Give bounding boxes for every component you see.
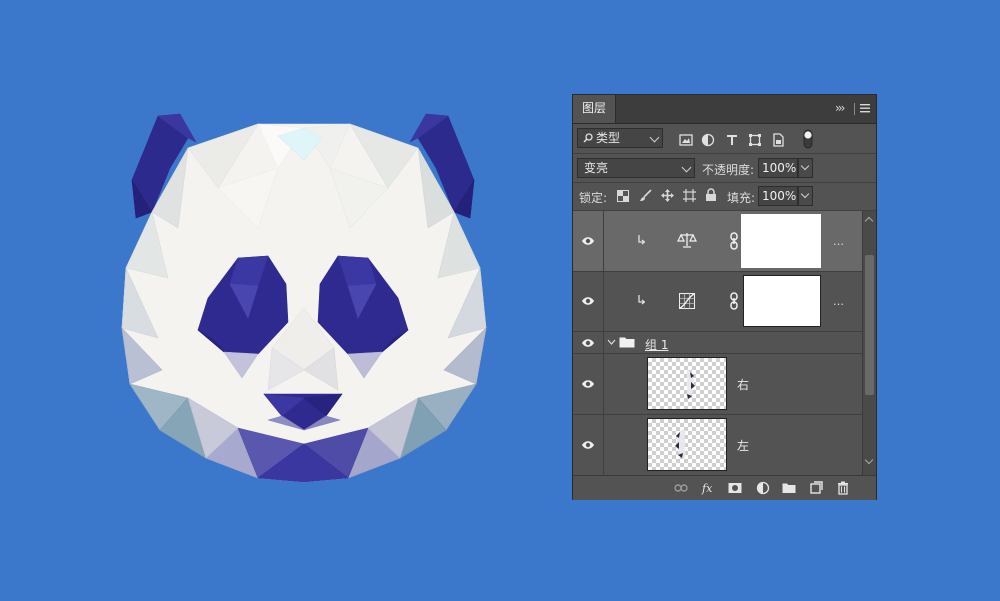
fill-label: 填充: [727, 191, 756, 205]
eye-icon[interactable] [581, 338, 595, 348]
clipping-arrow-icon [638, 295, 645, 305]
mask-link-icon[interactable] [729, 292, 739, 310]
layer-name[interactable]: 左 [737, 437, 749, 454]
adjustment-layer-icon[interactable] [756, 481, 770, 495]
scroll-up-icon[interactable] [864, 216, 874, 226]
fx-icon[interactable]: fx [701, 481, 715, 495]
layer-row-balance-adjustment[interactable]: … [573, 211, 862, 272]
clipping-arrow-icon [638, 235, 645, 245]
more-icon[interactable]: … [833, 235, 844, 248]
trash-icon[interactable] [836, 481, 850, 495]
scroll-down-icon[interactable] [864, 455, 874, 465]
lock-all-icon[interactable] [705, 188, 717, 202]
panel-menu-icon[interactable] [860, 103, 870, 114]
tab-separator [854, 103, 855, 115]
add-mask-icon[interactable] [728, 481, 742, 495]
opacity-input[interactable]: 100% [758, 158, 798, 178]
panel-bottom-toolbar: fx [573, 475, 876, 500]
filter-type-value: 类型 [596, 131, 621, 145]
chevron-down-icon[interactable] [607, 339, 616, 346]
shape-layer-filter-icon[interactable] [748, 133, 762, 147]
blend-mode-select[interactable]: 变亮 [577, 158, 695, 178]
layer-row-group[interactable]: 组 1 [573, 332, 862, 354]
smart-object-filter-icon[interactable] [771, 133, 785, 147]
layer-name[interactable]: 组 1 [645, 336, 668, 353]
layer-list: … … 组 1 右 左 [573, 211, 862, 475]
layer-thumbnail[interactable] [647, 357, 727, 410]
filter-toggle-switch[interactable] [803, 129, 813, 149]
layer-name[interactable]: 右 [737, 376, 749, 393]
panda-half-left-thumbnail [675, 429, 686, 459]
lock-artboard-icon[interactable] [683, 189, 696, 202]
pixel-layer-filter-icon[interactable] [679, 133, 693, 147]
scrollbar-thumb[interactable] [865, 255, 874, 395]
eye-icon[interactable] [581, 440, 595, 450]
lock-transparent-pixels-icon[interactable] [617, 190, 629, 202]
lock-fill-row: 锁定: 填充: 100% [573, 183, 876, 211]
lock-position-icon[interactable] [661, 189, 674, 202]
eye-icon[interactable] [581, 379, 595, 389]
layer-thumbnail[interactable] [647, 418, 727, 471]
panda-half-right-thumbnail [686, 370, 695, 400]
adjustment-layer-filter-icon[interactable] [701, 133, 715, 147]
fill-input[interactable]: 100% [758, 186, 798, 206]
mask-link-icon[interactable] [729, 232, 739, 250]
layer-row-right[interactable]: 右 [573, 354, 862, 415]
chevron-down-icon [649, 132, 660, 143]
layer-row-curves-adjustment[interactable]: … [573, 272, 862, 332]
panel-tab-bar: 图层 ››› [573, 95, 876, 124]
opacity-dropdown-button[interactable] [798, 158, 813, 178]
blend-opacity-row: 变亮 不透明度: 100% [573, 154, 876, 183]
collapse-panel-icon[interactable]: ››› [835, 101, 846, 115]
svg-text:fx: fx [701, 482, 713, 495]
search-icon [583, 133, 593, 143]
lock-label: 锁定: [579, 191, 608, 205]
eye-icon[interactable] [581, 236, 595, 246]
tab-layers[interactable]: 图层 [573, 95, 616, 123]
panda-illustration [121, 113, 487, 483]
more-icon[interactable]: … [833, 295, 844, 308]
curves-icon [679, 293, 695, 309]
opacity-label: 不透明度: [702, 163, 755, 177]
type-layer-filter-icon[interactable] [725, 133, 739, 147]
chevron-down-icon [681, 162, 692, 173]
new-layer-icon[interactable] [809, 481, 823, 495]
fill-dropdown-button[interactable] [798, 186, 813, 206]
blend-mode-value: 变亮 [584, 161, 609, 175]
new-group-icon[interactable] [782, 481, 796, 495]
filter-type-select[interactable]: 类型 [577, 128, 663, 148]
lock-image-pixels-icon[interactable] [639, 189, 652, 202]
layer-row-left[interactable]: 左 [573, 415, 862, 475]
balance-icon [677, 233, 697, 248]
layers-panel: 图层 ››› 类型 变亮 不透明度: 100% 锁定: 填充: 100% … …… [572, 94, 877, 500]
layer-mask-thumbnail[interactable] [741, 214, 821, 268]
folder-icon [619, 337, 635, 348]
layer-mask-thumbnail[interactable] [743, 275, 821, 327]
link-layers-icon[interactable] [674, 481, 688, 495]
eye-icon[interactable] [581, 296, 595, 306]
layer-list-scrollbar[interactable] [862, 211, 876, 475]
